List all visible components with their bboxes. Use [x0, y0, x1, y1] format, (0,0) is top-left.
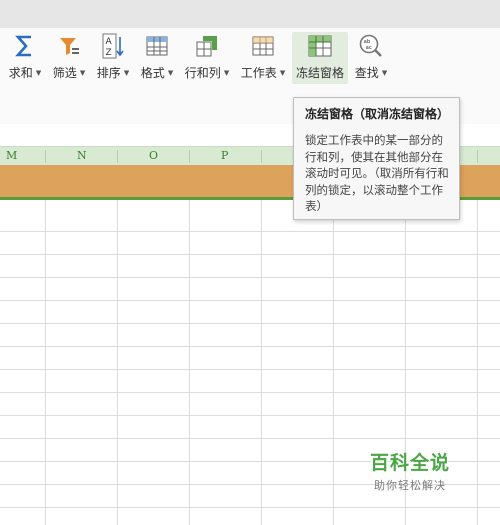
title-bar-strip: [0, 0, 500, 28]
watermark-title: 百科全说: [369, 452, 450, 474]
filter-button[interactable]: 筛选 ▼: [49, 32, 89, 84]
column-separator: [117, 150, 118, 163]
grid-line: [0, 300, 500, 301]
rows-columns-icon: [194, 32, 220, 60]
column-header-m[interactable]: M: [6, 149, 17, 162]
grid-line: [0, 415, 500, 416]
column-header-p[interactable]: P: [221, 149, 228, 162]
freeze-panes-icon: [307, 32, 333, 60]
grid-line: [0, 277, 500, 278]
chevron-down-icon[interactable]: ▼: [36, 69, 41, 77]
filter-button-label: 筛选: [52, 66, 77, 80]
freeze-panes-button-label: 冻结窗格: [295, 66, 344, 80]
grid-line: [45, 200, 46, 525]
column-separator: [477, 150, 478, 163]
sort-az-icon: A Z: [100, 32, 126, 60]
freeze-panes-tooltip: 冻结窗格（取消冻结窗格） 锁定工作表中的某一部分的行和列，使其在其他部分在滚动时…: [293, 97, 460, 220]
find-button-label: 查找: [354, 66, 379, 80]
column-separator: [189, 150, 190, 163]
tooltip-title: 冻结窗格（取消冻结窗格）: [305, 107, 450, 121]
format-button-label: 格式: [140, 66, 165, 80]
column-header-o[interactable]: O: [149, 149, 158, 162]
worksheet-button[interactable]: 工作表 ▼: [238, 32, 288, 84]
grid-line: [0, 438, 500, 439]
column-separator: [261, 150, 262, 163]
tooltip-body: 锁定工作表中的某一部分的行和列，使其在其他部分在滚动时可见。（取消所有行和列的锁…: [305, 133, 449, 213]
sum-button-label: 求和: [8, 66, 33, 80]
watermark-subtitle: 助你轻松解决: [374, 479, 446, 492]
chevron-down-icon[interactable]: ▼: [280, 69, 285, 77]
format-icon: [144, 32, 170, 60]
grid-line: [189, 200, 190, 525]
grid-line: [0, 254, 500, 255]
grid-line: [477, 200, 478, 525]
grid-line: [0, 507, 500, 508]
sort-button[interactable]: A Z 排序 ▼: [93, 32, 133, 84]
rows-columns-button-label: 行和列: [184, 66, 221, 80]
filter-icon: [56, 32, 82, 60]
chevron-down-icon[interactable]: ▼: [382, 69, 387, 77]
sigma-icon: [12, 32, 38, 60]
chevron-down-icon[interactable]: ▼: [80, 69, 85, 77]
grid-line: [117, 200, 118, 525]
find-icon: ab ac: [358, 32, 384, 60]
chevron-down-icon[interactable]: ▼: [124, 69, 129, 77]
column-header-n[interactable]: N: [77, 149, 87, 162]
svg-text:A: A: [106, 37, 113, 47]
chevron-down-icon[interactable]: ▼: [168, 69, 173, 77]
svg-text:Z: Z: [106, 48, 112, 58]
grid-line: [0, 346, 500, 347]
grid-line: [0, 231, 500, 232]
sum-button[interactable]: 求和 ▼: [6, 32, 44, 84]
worksheet-button-label: 工作表: [240, 66, 277, 80]
svg-text:ac: ac: [366, 45, 372, 51]
freeze-panes-button[interactable]: 冻结窗格: [292, 32, 348, 84]
grid-line: [261, 200, 262, 525]
rows-columns-button[interactable]: 行和列 ▼: [183, 32, 231, 84]
grid-line: [333, 200, 334, 525]
sort-button-label: 排序: [96, 66, 121, 80]
format-button[interactable]: 格式 ▼: [138, 32, 176, 84]
baike-quanshuo-watermark: 百科全说 助你轻松解决: [350, 448, 470, 493]
grid-line: [0, 392, 500, 393]
column-separator: [45, 150, 46, 163]
find-button[interactable]: ab ac 查找 ▼: [352, 32, 390, 84]
grid-line: [0, 323, 500, 324]
grid-line: [0, 369, 500, 370]
worksheet-icon: [250, 32, 276, 60]
chevron-down-icon[interactable]: ▼: [224, 69, 229, 77]
